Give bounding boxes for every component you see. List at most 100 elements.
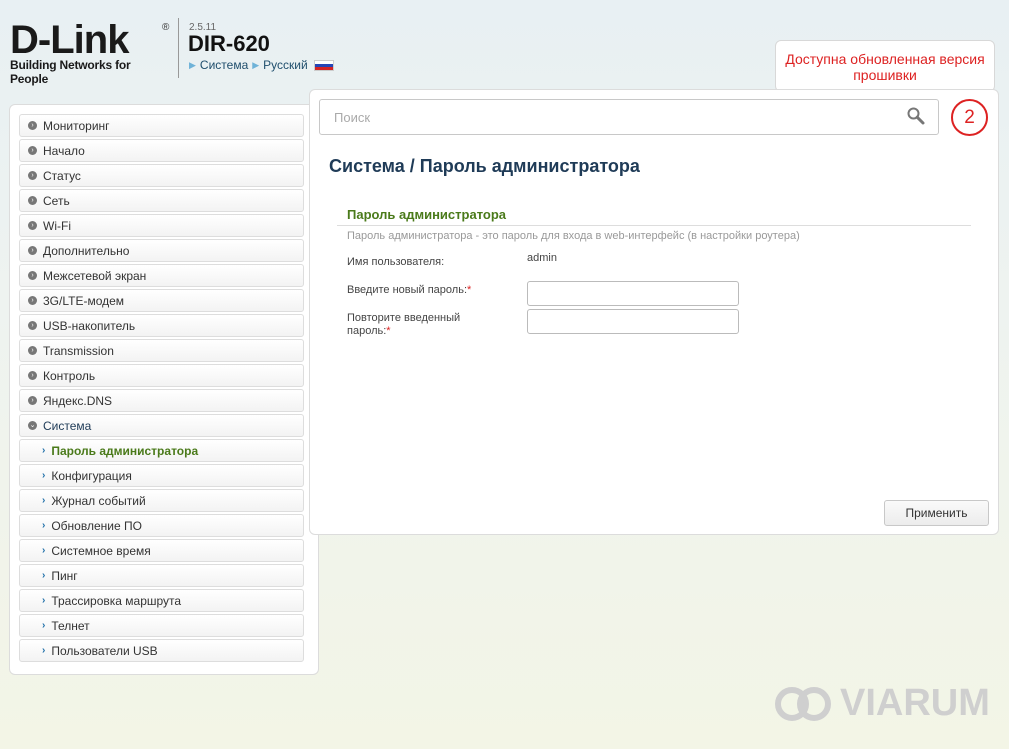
repeat-password-field[interactable]	[527, 309, 739, 334]
sidebar-item-label: Трассировка маршрута	[51, 593, 182, 608]
sidebar-item-advanced[interactable]: › Дополнительно	[19, 239, 304, 262]
sidebar-menu: › Мониторинг › Начало › Статус › Сеть › Wi-Fi…	[19, 114, 304, 664]
sidebar-item-label: 3G/LTE-модем	[43, 293, 125, 308]
sidebar-subitem-admin-password[interactable]: › Пароль администратора	[19, 439, 304, 462]
sidebar-subitem-event-log[interactable]: › Журнал событий	[19, 489, 304, 512]
username-value: admin	[527, 252, 557, 264]
registered-mark: ®	[162, 22, 170, 33]
model-name: DIR-620	[188, 31, 270, 56]
chevron-right-icon: ›	[42, 645, 46, 656]
sidebar-item-label: Начало	[43, 143, 85, 158]
sidebar-item-label: Дополнительно	[43, 243, 130, 258]
repeat-password-label-text: Повторите введенный пароль:	[347, 312, 461, 337]
sidebar-item-label: Контроль	[43, 368, 96, 383]
sidebar-item-label: Пароль администратора	[51, 443, 199, 458]
notification-count-badge[interactable]: 2	[951, 99, 988, 136]
viarum-logo-icon	[775, 686, 831, 721]
viarum-watermark: VIARUM	[772, 682, 990, 725]
chevron-right-icon: ›	[42, 495, 46, 506]
chevron-right-icon: ›	[28, 121, 37, 130]
page-title: Система / Пароль администратора	[329, 156, 640, 176]
chevron-right-icon: ›	[28, 346, 37, 355]
chevron-right-icon: ›	[28, 221, 37, 230]
sidebar-item-wifi[interactable]: › Wi-Fi	[19, 214, 304, 237]
sidebar-item-label: Мониторинг	[43, 118, 110, 133]
sidebar-item-label: Телнет	[51, 618, 90, 633]
sidebar-subitem-traceroute[interactable]: › Трассировка маршрута	[19, 589, 304, 612]
logo-text: D-Link	[10, 18, 129, 62]
new-password-label: Введите новый пароль:*	[347, 284, 471, 297]
sidebar-item-label: Обновление ПО	[51, 518, 142, 533]
triangle-icon: ▶	[189, 59, 196, 70]
new-password-field[interactable]	[527, 281, 739, 306]
search-icon[interactable]	[906, 106, 926, 126]
chevron-right-icon: ›	[28, 321, 37, 330]
chevron-right-icon: ›	[28, 146, 37, 155]
sidebar-item-label: Конфигурация	[51, 468, 132, 483]
chevron-right-icon: ›	[28, 196, 37, 205]
sidebar-item-usb-storage[interactable]: › USB-накопитель	[19, 314, 304, 337]
sidebar-subitem-usb-users[interactable]: › Пользователи USB	[19, 639, 304, 662]
sidebar-item-label: Межсетевой экран	[43, 268, 147, 283]
sidebar-item-label: Сеть	[43, 193, 70, 208]
chevron-right-icon: ›	[42, 595, 46, 606]
breadcrumb-system[interactable]: Система	[200, 58, 248, 72]
sidebar-item-label: Пользователи USB	[51, 643, 158, 658]
sidebar-item-label: Системное время	[51, 543, 151, 558]
sidebar-item-label: Яндекс.DNS	[43, 393, 113, 408]
chevron-right-icon: ›	[28, 371, 37, 380]
repeat-password-label: Повторите введенный пароль:*	[347, 312, 497, 338]
sidebar-item-start[interactable]: › Начало	[19, 139, 304, 162]
chevron-right-icon: ›	[28, 171, 37, 180]
chevron-right-icon: ›	[42, 545, 46, 556]
logo-tagline: Building Networks for People	[10, 58, 131, 86]
sidebar-subitem-configuration[interactable]: › Конфигурация	[19, 464, 304, 487]
sidebar-subitem-firmware-update[interactable]: › Обновление ПО	[19, 514, 304, 537]
breadcrumb: ▶ Система ▶ Русский	[189, 58, 334, 72]
sidebar-item-label: Журнал событий	[51, 493, 146, 508]
chevron-right-icon: ›	[42, 445, 46, 456]
firmware-notification[interactable]: Доступна обновленная версия прошивки	[775, 40, 995, 92]
chevron-right-icon: ›	[28, 396, 37, 405]
watermark-text: VIARUM	[840, 682, 990, 724]
sidebar-item-system[interactable]: ⌄ Система	[19, 414, 304, 437]
new-password-label-text: Введите новый пароль:	[347, 284, 468, 296]
sidebar-item-transmission[interactable]: › Transmission	[19, 339, 304, 362]
chevron-right-icon: ›	[42, 620, 46, 631]
sidebar-item-modem[interactable]: › 3G/LTE-модем	[19, 289, 304, 312]
sidebar-item-monitoring[interactable]: › Мониторинг	[19, 114, 304, 137]
sidebar-item-label: Transmission	[43, 343, 114, 358]
sidebar-item-label: Пинг	[51, 568, 78, 583]
chevron-down-icon: ⌄	[28, 421, 37, 430]
triangle-icon: ▶	[252, 59, 260, 70]
sidebar-item-status[interactable]: › Статус	[19, 164, 304, 187]
language-selector[interactable]: Русский	[263, 58, 308, 72]
sidebar-subitem-telnet[interactable]: › Телнет	[19, 614, 304, 637]
chevron-right-icon: ›	[42, 520, 46, 531]
sidebar-subitem-ping[interactable]: › Пинг	[19, 564, 304, 587]
russia-flag-icon[interactable]	[313, 59, 334, 71]
sidebar-item-firewall[interactable]: › Межсетевой экран	[19, 264, 304, 287]
apply-button[interactable]: Применить	[884, 500, 989, 526]
chevron-right-icon: ›	[28, 271, 37, 280]
required-mark: *	[386, 325, 391, 337]
sidebar-item-label: Статус	[43, 168, 81, 183]
chevron-right-icon: ›	[42, 470, 46, 481]
sidebar-item-label: Система	[43, 418, 92, 433]
header-divider	[178, 18, 179, 78]
sidebar-item-network[interactable]: › Сеть	[19, 189, 304, 212]
section-title: Пароль администратора	[347, 207, 507, 222]
section-description: Пароль администратора - это пароль для в…	[347, 230, 800, 242]
sidebar-subitem-system-time[interactable]: › Системное время	[19, 539, 304, 562]
sidebar-item-label: Wi-Fi	[43, 218, 71, 233]
search-input[interactable]	[319, 99, 939, 135]
sidebar-item-yandex-dns[interactable]: › Яндекс.DNS	[19, 389, 304, 412]
dlink-logo: D-Link ® Building Networks for People	[10, 20, 170, 86]
sidebar-item-control[interactable]: › Контроль	[19, 364, 304, 387]
chevron-right-icon: ›	[42, 570, 46, 581]
sidebar-item-label: USB-накопитель	[43, 318, 136, 333]
username-label: Имя пользователя:	[347, 256, 445, 268]
required-mark: *	[467, 284, 472, 296]
chevron-right-icon: ›	[28, 246, 37, 255]
chevron-right-icon: ›	[28, 296, 37, 305]
